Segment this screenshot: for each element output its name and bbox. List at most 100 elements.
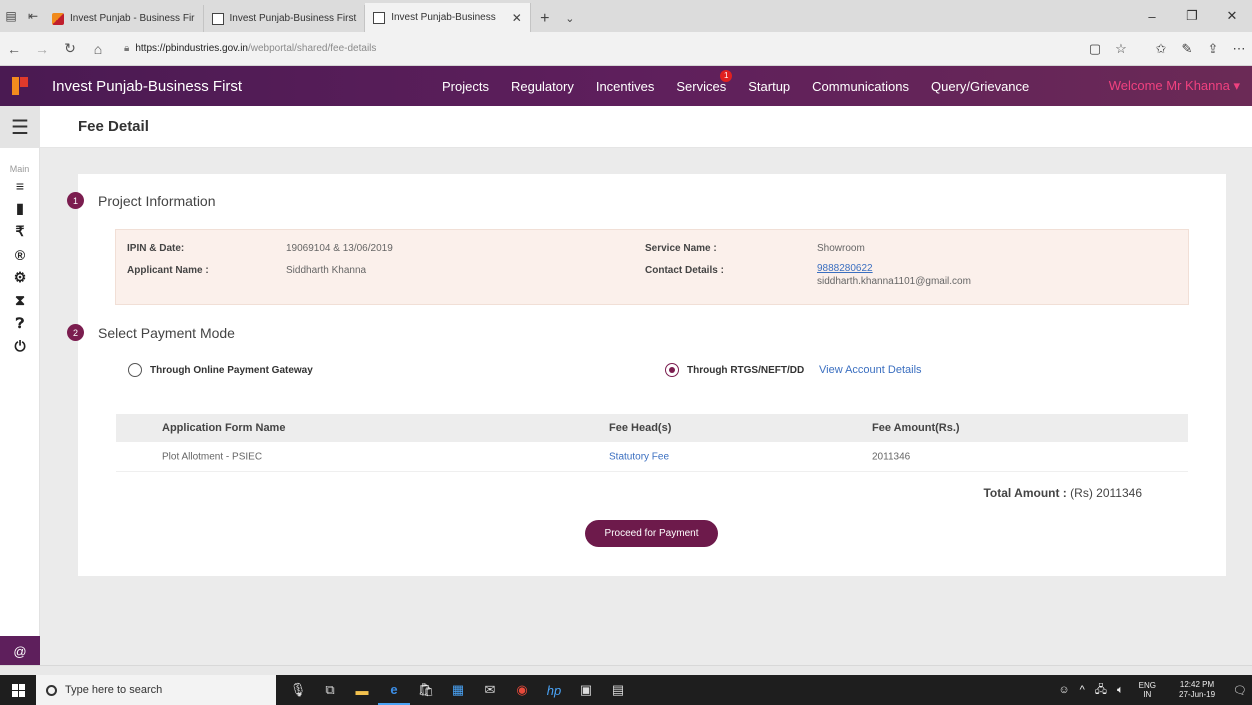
tab-title: Invest Punjab-Business First [229, 13, 357, 24]
minimize-button[interactable]: – [1132, 0, 1172, 32]
contact-email: siddharth.khanna1101@gmail.com [817, 276, 971, 287]
nav-services[interactable]: Services 1 [676, 69, 733, 94]
cogs-icon[interactable]: ⚙ [0, 266, 40, 289]
nav-incentives[interactable]: Incentives [596, 79, 655, 94]
mail-icon[interactable]: ✉ [474, 675, 506, 705]
step-number: 2 [67, 324, 84, 341]
step-number: 1 [67, 192, 84, 209]
forward-button[interactable]: → [28, 32, 56, 66]
clock-time: 12:42 PM [1179, 680, 1215, 689]
main-nav: Projects Regulatory Incentives Services 1… [442, 66, 1029, 106]
hourglass-icon[interactable]: ⧗ [0, 289, 40, 312]
pen-icon[interactable]: ✎ [1174, 41, 1200, 57]
close-window-button[interactable]: ✕ [1212, 0, 1252, 32]
browser-tab-3-active[interactable]: Invest Punjab-Business ✕ [365, 3, 531, 32]
page-title: Fee Detail [78, 118, 149, 135]
refresh-button[interactable]: ↻ [56, 32, 84, 66]
more-options-icon[interactable]: ⋯ [1226, 41, 1252, 57]
taskbar-search-box[interactable]: Type here to search [36, 675, 276, 705]
ipin-label: IPIN & Date: [127, 243, 185, 254]
nav-startup[interactable]: Startup [748, 79, 790, 94]
nav-regulatory[interactable]: Regulatory [511, 79, 574, 94]
lang-top: ENG [1138, 681, 1156, 690]
page-title-bar: Fee Detail [40, 106, 1252, 148]
volume-icon[interactable]: 🔈︎ [1112, 684, 1129, 697]
services-notification-badge: 1 [720, 69, 733, 82]
network-icon[interactable]: 🖧︎ [1090, 681, 1112, 700]
url-field[interactable]: 🔒︎ https://pbindustries.gov.in/webportal… [124, 43, 376, 54]
favorites-hub-icon[interactable]: ✩ [1148, 41, 1174, 57]
nav-communications[interactable]: Communications [812, 79, 909, 94]
store-icon[interactable]: 🛍︎ [410, 675, 442, 705]
app-title: Invest Punjab-Business First [52, 77, 243, 95]
microphone-icon[interactable]: 🎙︎ [282, 675, 314, 705]
cortana-icon [46, 684, 57, 696]
proceed-for-payment-button[interactable]: Proceed for Payment [585, 520, 718, 547]
calendar-icon[interactable]: ▦ [442, 675, 474, 705]
clock-date: 27-Jun-19 [1179, 690, 1216, 699]
table-row: Plot Allotment - PSIEC Statutory Fee 201… [116, 442, 1188, 472]
window-controls: – ❐ ✕ [1132, 0, 1252, 32]
reading-view-icon[interactable]: ▢ [1082, 41, 1108, 57]
file-icon[interactable]: ▮ [0, 197, 40, 220]
left-sidebar: ☰ Main ≡ ▮ ₹ ® ⚙ ⧗ ❓︎ ⏻ @ [0, 106, 40, 666]
horizontal-scrollbar[interactable] [0, 665, 1252, 675]
menu-icon[interactable]: ≡ [0, 174, 40, 197]
browser-address-bar: ← → ↻ ⌂ 🔒︎ https://pbindustries.gov.in/w… [0, 32, 1252, 66]
column-header: Fee Amount(Rs.) [872, 422, 960, 434]
user-menu[interactable]: Welcome Mr Khanna ▾ [1109, 66, 1240, 106]
fee-head-link[interactable]: Statutory Fee [609, 451, 669, 462]
share-icon[interactable]: ⇪ [1200, 41, 1226, 57]
online-payment-radio[interactable] [128, 363, 142, 377]
browser-tab-2[interactable]: Invest Punjab-Business First [204, 5, 366, 32]
online-payment-option[interactable]: Through Online Payment Gateway [128, 363, 313, 377]
photos-icon[interactable]: ▣ [570, 675, 602, 705]
tab-manager-icon[interactable]: ▤ [0, 0, 22, 32]
nav-query-grievance[interactable]: Query/Grievance [931, 79, 1029, 94]
tabs-aside-icon[interactable]: ⇤ [22, 0, 44, 32]
url-host: https://pbindustries.gov.in [135, 43, 248, 54]
total-currency: (Rs) [1070, 486, 1093, 500]
hp-icon[interactable]: hp [538, 675, 570, 705]
edge-browser-icon[interactable]: e [378, 675, 410, 705]
view-account-details-link[interactable]: View Account Details [819, 364, 922, 376]
taskbar-apps: 🎙︎ ⧉ ▬ e 🛍︎ ▦ ✉ ◉ hp ▣ ▤ [282, 675, 634, 705]
action-center-icon[interactable]: 🗨︎ [1228, 684, 1252, 697]
new-tab-button[interactable]: + [531, 5, 559, 32]
rtgs-payment-radio[interactable] [665, 363, 679, 377]
nav-projects[interactable]: Projects [442, 79, 489, 94]
back-button[interactable]: ← [0, 32, 28, 66]
taskbar-clock[interactable]: 12:42 PM 27-Jun-19 [1166, 680, 1228, 700]
sidebar-heading: Main [9, 164, 30, 174]
restore-button[interactable]: ❐ [1172, 0, 1212, 32]
tab-close-icon[interactable]: ✕ [512, 11, 522, 25]
favorite-star-icon[interactable]: ☆ [1108, 41, 1134, 57]
registered-icon[interactable]: ® [0, 243, 40, 266]
people-icon[interactable]: ☺ [1053, 684, 1074, 696]
lang-bottom: IN [1143, 690, 1152, 699]
browser-tab-1[interactable]: Invest Punjab - Business Fir [44, 5, 204, 32]
power-icon[interactable]: ⏻ [0, 335, 40, 358]
fee-detail-card: 1 Project Information IPIN & Date: 19069… [67, 174, 1226, 576]
calculator-icon[interactable]: ▤ [602, 675, 634, 705]
total-amount-label: Total Amount : [983, 486, 1067, 500]
tab-list-chevron-icon[interactable]: ⌄ [559, 5, 581, 32]
task-view-icon[interactable]: ⧉ [314, 675, 346, 705]
invest-punjab-logo[interactable] [0, 66, 40, 106]
at-sign-icon[interactable]: @ [0, 636, 40, 666]
home-button[interactable]: ⌂ [84, 32, 112, 66]
site-favicon-icon [52, 12, 64, 25]
show-hidden-icons-chevron[interactable]: ^ [1075, 684, 1090, 696]
file-explorer-icon[interactable]: ▬ [346, 675, 378, 705]
help-icon[interactable]: ❓︎ [0, 312, 40, 335]
language-indicator[interactable]: ENG IN [1129, 681, 1166, 699]
rupee-icon[interactable]: ₹ [0, 220, 40, 243]
total-amount-value: 2011346 [1096, 486, 1142, 500]
online-payment-label: Through Online Payment Gateway [150, 364, 313, 376]
sidebar-toggle-icon[interactable]: ☰ [0, 106, 40, 148]
start-button[interactable] [0, 675, 36, 705]
chrome-icon[interactable]: ◉ [506, 675, 538, 705]
contact-phone-link[interactable]: 9888280622 [817, 263, 873, 274]
lock-icon: 🔒︎ [124, 43, 130, 54]
rtgs-payment-option[interactable]: Through RTGS/NEFT/DD [665, 363, 804, 377]
